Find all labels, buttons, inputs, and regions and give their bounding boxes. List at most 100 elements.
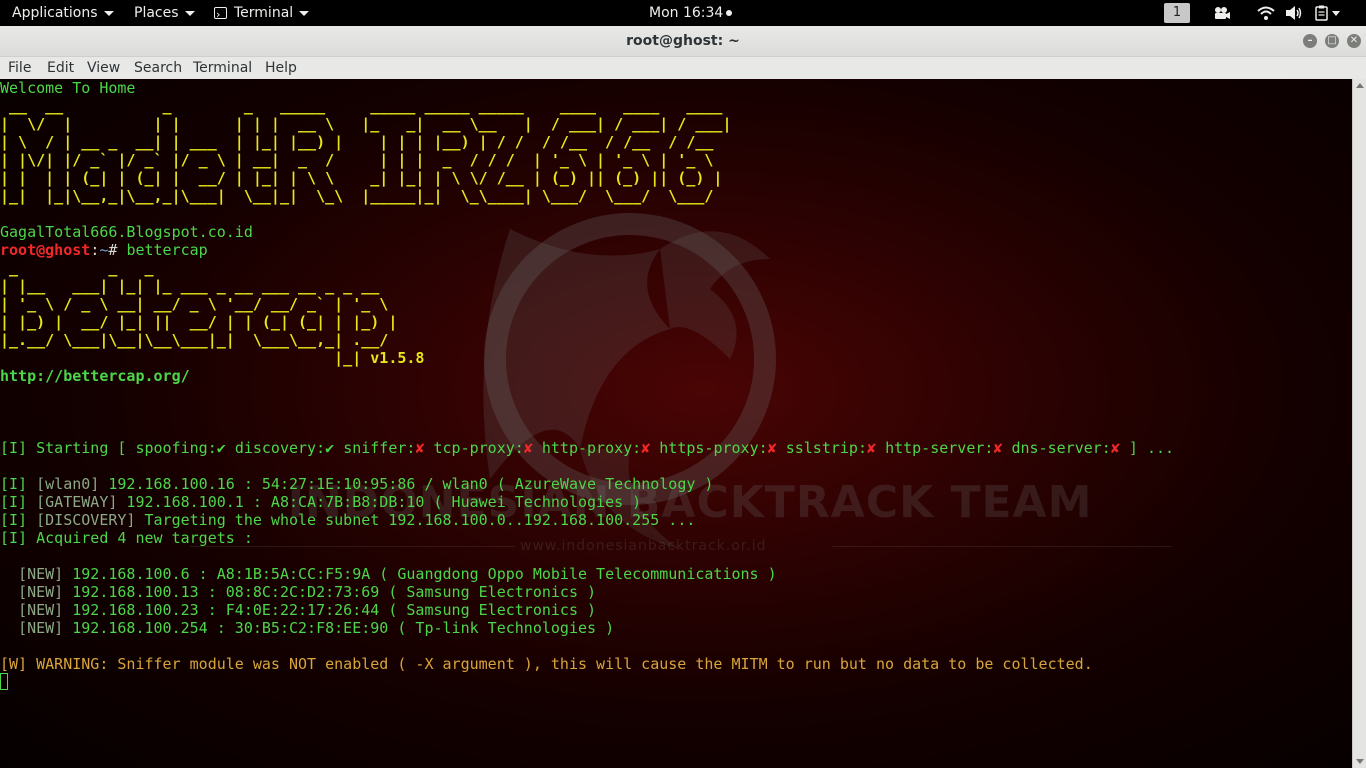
workspace-indicator[interactable]: 1 bbox=[1164, 3, 1190, 23]
menu-search[interactable]: Search bbox=[134, 57, 182, 79]
warning-tag: [W] bbox=[0, 655, 28, 673]
module-tcp-proxy: tcp-proxy:✘ bbox=[434, 439, 533, 457]
chevron-down-icon bbox=[103, 10, 114, 16]
notification-dot-icon bbox=[726, 10, 733, 16]
app-menu-terminal[interactable]: Terminal bbox=[214, 0, 310, 28]
maximize-button[interactable]: □ bbox=[1325, 34, 1339, 48]
bettercap-banner-line: | |__ ___| |_| |_ ___ _ __ ___ __ _ _ __ bbox=[0, 277, 398, 295]
scroll-up-icon[interactable] bbox=[1356, 83, 1364, 88]
target-text: 192.168.100.6 : A8:1B:5A:CC:F5:9A ( Guan… bbox=[63, 565, 777, 583]
target-tag: [NEW] bbox=[18, 565, 64, 583]
clock[interactable]: Mon 16:34 bbox=[649, 0, 733, 26]
blog-line: GagalTotal666.Blogspot.co.id bbox=[0, 223, 253, 241]
ascii-banner-line: | | | | (_| | (_| | __/ | |_| | \ \ _| |… bbox=[0, 169, 723, 187]
ascii-banner-line: |_| |_|\__,_|\__,_|\___| \__|_| \_\ |___… bbox=[0, 187, 723, 205]
places-menu[interactable]: Places bbox=[134, 0, 195, 26]
chevron-down-icon bbox=[299, 10, 310, 16]
module-discovery: discovery:✔ bbox=[235, 439, 334, 457]
applications-label: Applications bbox=[12, 5, 98, 21]
bettercap-banner-line: |_.__/ \___|\__|\__\___|_| \___\__,_| ._… bbox=[0, 331, 398, 349]
info-tag: [wlan0] bbox=[36, 475, 100, 493]
target-text: 192.168.100.254 : 30:B5:C2:F8:EE:90 ( Tp… bbox=[63, 619, 615, 637]
target-tag: [NEW] bbox=[18, 619, 64, 637]
acquired-line: [I] Acquired 4 new targets : bbox=[0, 529, 253, 547]
version-label: v1.5.8 bbox=[370, 349, 425, 367]
bettercap-banner-line: _ _ _ bbox=[0, 259, 362, 277]
prompt-separator: : bbox=[90, 241, 100, 259]
window-title: root@ghost: ~ bbox=[626, 33, 740, 49]
prompt-user: root@ghost bbox=[0, 241, 91, 259]
info-prefix: [I] bbox=[0, 475, 37, 493]
module-name: https-proxy: bbox=[659, 439, 768, 457]
clipboard-icon[interactable] bbox=[1314, 5, 1342, 21]
module-name: sslstrip: bbox=[785, 439, 867, 457]
target-tag: [NEW] bbox=[18, 601, 64, 619]
ascii-banner-line: | \ / | __ _ __| | ___ | |_| |__) | | | … bbox=[0, 133, 732, 151]
module-sniffer: sniffer:✘ bbox=[343, 439, 424, 457]
command-text: bettercap bbox=[126, 241, 208, 259]
minimize-icon: – bbox=[1307, 35, 1313, 46]
app-menu-label: Terminal bbox=[234, 5, 294, 21]
module-dns-server: dns-server:✘ bbox=[1012, 439, 1120, 457]
terminal-scrollbar[interactable] bbox=[1352, 79, 1366, 768]
module-name: sniffer: bbox=[343, 439, 416, 457]
module-http-server: http-server:✘ bbox=[885, 439, 1002, 457]
info-tag: [DISCOVERY] bbox=[36, 511, 136, 529]
menu-terminal[interactable]: Terminal bbox=[193, 57, 252, 79]
menu-help[interactable]: Help bbox=[265, 57, 297, 79]
chevron-down-icon bbox=[184, 10, 195, 16]
module-https-proxy: https-proxy:✘ bbox=[659, 439, 776, 457]
menu-edit[interactable]: Edit bbox=[47, 57, 74, 79]
module-name: dns-server: bbox=[1011, 439, 1111, 457]
menu-file[interactable]: File bbox=[8, 57, 31, 79]
info-text: Targeting the whole subnet 192.168.100.0… bbox=[135, 511, 696, 529]
ascii-banner-line: | |\/| |/ _` |/ _` |/ _ \ | __| _ / | | … bbox=[0, 151, 723, 169]
target-tag: [NEW] bbox=[18, 583, 64, 601]
info-prefix: [I] bbox=[0, 511, 37, 529]
target-text: 192.168.100.23 : F4:0E:22:17:26:44 ( Sam… bbox=[63, 601, 597, 619]
terminal-view[interactable]: INDONESIAN BACKTRACK TEAM www.indonesian… bbox=[0, 79, 1352, 768]
starting-suffix: ] ... bbox=[1128, 439, 1175, 457]
minimize-button[interactable]: – bbox=[1303, 34, 1317, 48]
menu-view[interactable]: View bbox=[87, 57, 120, 79]
info-tag: [GATEWAY] bbox=[36, 493, 118, 511]
warning-text: WARNING: Sniffer module was NOT enabled … bbox=[27, 655, 1093, 673]
applications-menu[interactable]: Applications bbox=[12, 0, 114, 26]
module-name: tcp-proxy: bbox=[433, 439, 524, 457]
wifi-icon[interactable] bbox=[1257, 5, 1275, 21]
places-label: Places bbox=[134, 5, 179, 21]
scroll-down-icon[interactable] bbox=[1356, 759, 1364, 764]
welcome-line: Welcome To Home bbox=[0, 79, 136, 97]
module-http-proxy: http-proxy:✘ bbox=[542, 439, 650, 457]
bettercap-banner-line: | |_) | __/ |_| || __/ | | (_| (_| | |_)… bbox=[0, 313, 398, 331]
cross-icon: ✘ bbox=[523, 439, 533, 457]
window-titlebar[interactable]: root@ghost: ~ – □ ✕ bbox=[0, 26, 1366, 57]
module-name: http-server: bbox=[885, 439, 994, 457]
bettercap-banner-line: | '_ \ / _ \ __| __/ _ \ '__/ __/ _` | '… bbox=[0, 295, 398, 313]
close-button[interactable]: ✕ bbox=[1347, 34, 1361, 48]
cross-icon: ✘ bbox=[415, 439, 425, 457]
starting-line: [I] Starting [ spoofing:✔ discovery:✔ sn… bbox=[0, 439, 1174, 457]
info-text: 192.168.100.16 : 54:27:1E:10:95:86 / wla… bbox=[99, 475, 714, 493]
top-panel: Applications Places Terminal Mon 16:34 1 bbox=[0, 0, 1366, 28]
info-line: [I] [wlan0] 192.168.100.16 : 54:27:1E:10… bbox=[0, 475, 713, 493]
module-spoofing: spoofing:✔ bbox=[135, 439, 225, 457]
terminal-output: Welcome To Home __ __ _ _ _____ _____ __… bbox=[0, 79, 1174, 691]
starting-prefix: [I] Starting [ bbox=[0, 439, 136, 457]
close-icon: ✕ bbox=[1349, 35, 1359, 46]
ascii-banner-line: __ __ _ _ _____ _____ _____ _____ ____ _… bbox=[0, 97, 732, 115]
cross-icon: ✘ bbox=[767, 439, 777, 457]
info-line: [I] [GATEWAY] 192.168.100.1 : A8:CA:7B:B… bbox=[0, 493, 641, 511]
check-icon: ✔ bbox=[325, 439, 335, 457]
volume-icon[interactable] bbox=[1285, 5, 1303, 21]
module-name: http-proxy: bbox=[541, 439, 642, 457]
cross-icon: ✘ bbox=[993, 439, 1003, 457]
video-camera-icon[interactable] bbox=[1213, 5, 1231, 21]
info-text: 192.168.100.1 : A8:CA:7B:B8:DB:10 ( Huaw… bbox=[117, 493, 642, 511]
maximize-icon: □ bbox=[1327, 35, 1337, 46]
module-sslstrip: sslstrip:✘ bbox=[786, 439, 876, 457]
module-name: spoofing: bbox=[135, 439, 217, 457]
bettercap-banner-tail: |_| bbox=[0, 349, 371, 367]
menu-bar: File Edit View Search Terminal Help bbox=[0, 57, 1366, 80]
terminal-icon bbox=[214, 2, 227, 28]
